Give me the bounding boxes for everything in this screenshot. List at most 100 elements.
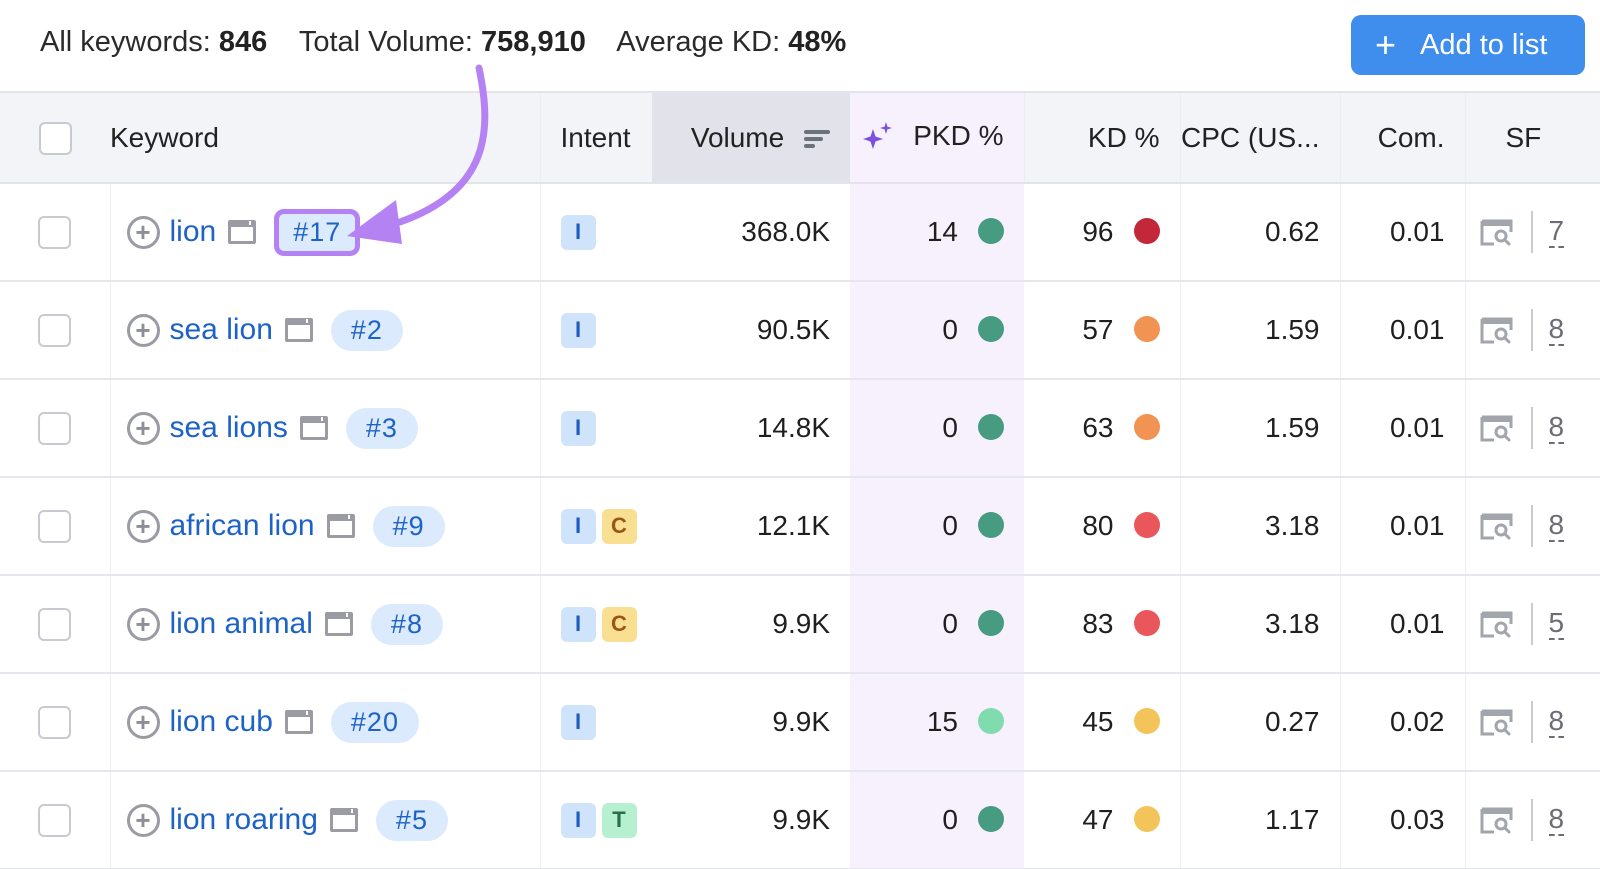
stat-average-kd: Average KD: 48%: [616, 26, 847, 58]
add-keyword-icon[interactable]: +: [126, 803, 160, 837]
volume-cell: 368.0K: [652, 183, 850, 282]
pkd-cell: 14: [850, 183, 1024, 282]
sf-count[interactable]: 8: [1548, 314, 1565, 346]
pkd-cell: 0: [850, 379, 1024, 478]
col-keyword[interactable]: Keyword: [110, 91, 540, 184]
position-badge: #3: [345, 407, 418, 449]
add-keyword-icon[interactable]: +: [126, 411, 160, 445]
position-badge: #9: [372, 505, 445, 547]
sf-divider: [1530, 211, 1533, 253]
serp-features-icon[interactable]: [1480, 513, 1513, 540]
row-select-cell: [0, 575, 110, 674]
pkd-indicator-dot: [978, 217, 1004, 244]
sf-count[interactable]: 8: [1548, 804, 1565, 836]
sf-divider: [1530, 309, 1533, 351]
serp-features-icon[interactable]: [1480, 317, 1513, 344]
row-select-cell: [0, 379, 110, 478]
position-badge: #5: [375, 799, 448, 841]
com-cell: 0.01: [1339, 379, 1465, 478]
keyword-link[interactable]: lion cub: [170, 705, 273, 739]
col-intent[interactable]: Intent: [539, 91, 652, 184]
col-volume[interactable]: Volume: [652, 91, 850, 184]
keyword-stats: All keywords: 846 Total Volume: 758,910 …: [40, 26, 870, 59]
table-row: + lion #17 I 368.0K 14 96 0.62 0.01 7: [0, 183, 1600, 282]
sf-count[interactable]: 8: [1548, 510, 1565, 542]
keyword-link[interactable]: lion roaring: [170, 803, 318, 837]
kd-cell: 83: [1024, 575, 1180, 674]
add-keyword-icon[interactable]: +: [126, 607, 160, 641]
col-kd[interactable]: KD %: [1023, 91, 1180, 184]
sf-count[interactable]: 8: [1548, 706, 1565, 738]
keyword-cell: + sea lion #2: [109, 281, 540, 380]
serp-preview-icon[interactable]: [284, 318, 313, 342]
serp-features-icon[interactable]: [1480, 709, 1513, 736]
intent-badge-I: I: [560, 508, 596, 544]
row-checkbox[interactable]: [38, 608, 72, 642]
keyword-cell: + sea lions #3: [109, 379, 540, 478]
pkd-cell: 0: [850, 477, 1024, 576]
sort-descending-icon[interactable]: [804, 128, 830, 150]
row-checkbox[interactable]: [38, 412, 72, 446]
row-checkbox[interactable]: [38, 510, 72, 544]
com-cell: 0.01: [1339, 281, 1465, 380]
add-keyword-icon[interactable]: +: [126, 705, 160, 739]
volume-cell: 14.8K: [652, 379, 850, 478]
sf-cell: 7: [1464, 183, 1600, 282]
serp-preview-icon[interactable]: [228, 220, 257, 244]
pkd-cell: 0: [850, 575, 1024, 674]
row-checkbox[interactable]: [38, 216, 72, 250]
serp-preview-icon[interactable]: [324, 612, 353, 636]
serp-features-icon[interactable]: [1480, 219, 1513, 246]
serp-features-icon[interactable]: [1480, 611, 1513, 638]
keyword-link[interactable]: sea lion: [170, 313, 273, 347]
keyword-cell: + lion #17: [109, 183, 540, 282]
keyword-link[interactable]: sea lions: [170, 411, 288, 445]
sf-count[interactable]: 7: [1548, 216, 1565, 248]
intent-badge-I: I: [560, 606, 596, 642]
add-keyword-icon[interactable]: +: [126, 509, 160, 543]
keyword-link[interactable]: african lion: [170, 509, 315, 543]
position-badge: #17: [274, 208, 361, 256]
kd-cell: 57: [1024, 281, 1180, 380]
row-select-cell: [0, 281, 110, 380]
select-all-checkbox[interactable]: [38, 121, 72, 155]
serp-preview-icon[interactable]: [299, 416, 328, 440]
sparkle-icon: [863, 121, 893, 149]
col-sf[interactable]: SF: [1464, 91, 1600, 184]
cpc-cell: 1.17: [1179, 771, 1340, 869]
sf-divider: [1530, 603, 1533, 645]
kd-indicator-dot: [1133, 413, 1160, 440]
cpc-cell: 1.59: [1179, 379, 1340, 478]
add-keyword-icon[interactable]: +: [126, 215, 160, 249]
col-cpc[interactable]: CPC (US...: [1179, 91, 1340, 184]
serp-features-icon[interactable]: [1480, 807, 1513, 834]
serp-preview-icon[interactable]: [326, 514, 355, 538]
sf-cell: 8: [1464, 281, 1600, 380]
serp-preview-icon[interactable]: [329, 808, 358, 832]
add-keyword-icon[interactable]: +: [126, 313, 160, 347]
keyword-link[interactable]: lion: [170, 215, 217, 249]
serp-features-icon[interactable]: [1480, 415, 1513, 442]
summary-bar: All keywords: 846 Total Volume: 758,910 …: [0, 0, 1600, 91]
intent-cell: I: [539, 183, 652, 282]
add-to-list-button[interactable]: + Add to list: [1351, 15, 1585, 75]
sf-count[interactable]: 5: [1548, 608, 1565, 640]
row-checkbox[interactable]: [38, 314, 72, 348]
sf-cell: 8: [1464, 771, 1600, 869]
com-cell: 0.02: [1339, 673, 1465, 772]
position-badge: #2: [330, 309, 403, 351]
intent-cell: I: [539, 281, 652, 380]
kd-indicator-dot: [1133, 315, 1160, 342]
volume-cell: 9.9K: [652, 673, 850, 772]
keyword-link[interactable]: lion animal: [170, 607, 313, 641]
serp-preview-icon[interactable]: [284, 710, 313, 734]
col-pkd[interactable]: PKD %: [850, 91, 1024, 184]
intent-cell: IC: [539, 477, 652, 576]
row-checkbox[interactable]: [38, 706, 72, 740]
sf-divider: [1530, 505, 1533, 547]
keyword-cell: + lion roaring #5: [109, 771, 540, 869]
row-checkbox[interactable]: [38, 804, 72, 838]
col-com[interactable]: Com.: [1339, 91, 1465, 184]
sf-count[interactable]: 8: [1548, 412, 1565, 444]
com-cell: 0.01: [1339, 477, 1465, 576]
